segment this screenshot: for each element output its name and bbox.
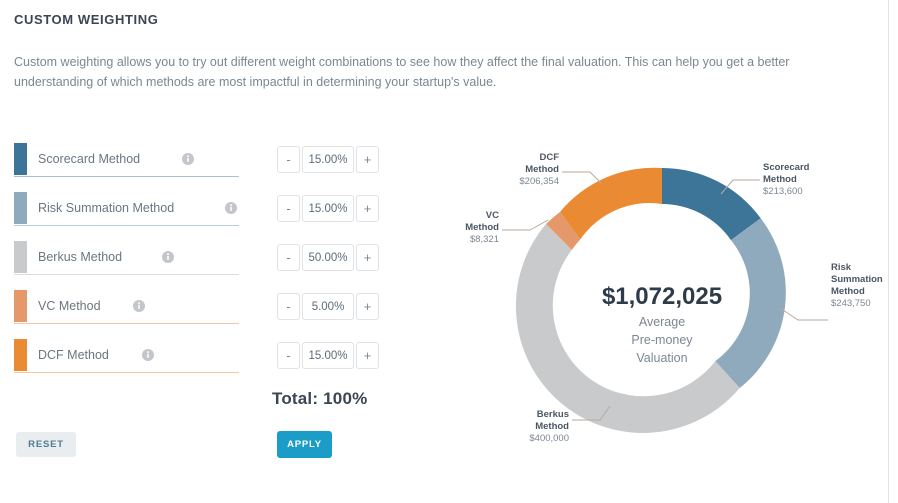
weight-value-input[interactable]: 5.00% [302, 293, 354, 320]
callout-label-scorecard: Scorecard Method $213,600 [763, 162, 810, 197]
center-valuation-value: $1,072,025 [602, 283, 722, 310]
center-sub-line-3: Valuation [636, 351, 687, 365]
info-icon[interactable] [162, 251, 174, 263]
color-swatch [14, 290, 27, 322]
info-icon[interactable] [182, 153, 194, 165]
weight-row-label: VC Method [38, 299, 101, 313]
weight-row-label: Risk Summation Method [38, 201, 175, 215]
weight-row-label: Scorecard Method [38, 152, 141, 166]
weight-steppers-list: - 15.00% + - 15.00% + - 50.00% + - 5.00%… [277, 146, 379, 391]
decrement-button[interactable]: - [277, 342, 300, 369]
callout-value: $243,750 [831, 298, 871, 309]
weight-value-input[interactable]: 15.00% [302, 195, 354, 222]
page-title: CUSTOM WEIGHTING [14, 12, 159, 27]
row-underline [14, 273, 239, 275]
color-swatch [14, 241, 27, 273]
quantity-stepper-risk-summation[interactable]: - 15.00% + [277, 195, 379, 222]
decrement-button[interactable]: - [277, 146, 300, 173]
color-swatch [14, 339, 27, 371]
weight-row-label: Berkus Method [38, 250, 123, 264]
donut-segment-dcf[interactable] [560, 167, 662, 240]
increment-button[interactable]: + [356, 146, 379, 173]
quantity-stepper-dcf[interactable]: - 15.00% + [277, 342, 379, 369]
page-description: Custom weighting allows you to try out d… [14, 55, 790, 89]
center-sub-line-2: Pre-money [631, 333, 693, 347]
leader-line-vc [502, 219, 549, 231]
increment-button[interactable]: + [356, 342, 379, 369]
leader-line-dcf [562, 171, 603, 185]
color-swatch [14, 143, 27, 175]
callout-label-dcf: DCF Method $206,354 [519, 152, 559, 187]
quantity-stepper-vc[interactable]: - 5.00% + [277, 293, 379, 320]
decrement-button[interactable]: - [277, 293, 300, 320]
leader-line-risk-summation [779, 307, 828, 321]
callout-name-line-3: Method [831, 286, 865, 297]
callout-name-line-1: Berkus [537, 409, 569, 420]
callout-name-line-2: Method [763, 174, 797, 185]
callout-name-line-2: Method [535, 421, 569, 432]
donut-segment-risk-summation[interactable] [715, 218, 786, 389]
donut-svg: $1,072,025 Average Pre-money Valuation S… [465, 152, 883, 444]
row-underline [14, 322, 239, 324]
reset-button[interactable]: RESET [16, 432, 76, 457]
weight-value-input[interactable]: 15.00% [302, 146, 354, 173]
weight-value-input[interactable]: 50.00% [302, 244, 354, 271]
callout-name-line-2: Method [525, 164, 559, 175]
info-icon[interactable] [142, 349, 154, 361]
increment-button[interactable]: + [356, 293, 379, 320]
info-icon[interactable] [225, 202, 237, 214]
decrement-button[interactable]: - [277, 195, 300, 222]
weight-value-input[interactable]: 15.00% [302, 342, 354, 369]
callout-value: $206,354 [519, 176, 559, 187]
callout-name-line-2: Summation [831, 274, 883, 285]
row-underline [14, 175, 239, 177]
weight-row-vc[interactable]: VC Method [14, 290, 239, 324]
callout-name-line-1: Risk [831, 262, 852, 273]
callout-label-berkus: Berkus Method $400,000 [529, 409, 569, 444]
total-weight-label: Total: 100% [272, 389, 368, 408]
callout-value: $8,321 [470, 234, 499, 245]
custom-weighting-panel: CUSTOM WEIGHTING Custom weighting allows… [0, 0, 898, 503]
info-icon[interactable] [133, 300, 145, 312]
increment-button[interactable]: + [356, 244, 379, 271]
row-underline [14, 371, 239, 373]
callout-value: $213,600 [763, 186, 803, 197]
callout-name-line-2: Method [465, 222, 499, 233]
callout-name-line-1: VC [486, 210, 499, 221]
apply-button[interactable]: APPLY [277, 431, 332, 458]
weight-row-dcf[interactable]: DCF Method [14, 339, 239, 373]
color-swatch [14, 192, 27, 224]
weight-row-scorecard[interactable]: Scorecard Method [14, 143, 239, 177]
increment-button[interactable]: + [356, 195, 379, 222]
donut-segment-berkus[interactable] [515, 224, 740, 433]
quantity-stepper-berkus[interactable]: - 50.00% + [277, 244, 379, 271]
quantity-stepper-scorecard[interactable]: - 15.00% + [277, 146, 379, 173]
row-underline [14, 224, 239, 226]
valuation-donut-chart: $1,072,025 Average Pre-money Valuation S… [450, 128, 898, 488]
callout-name-line-1: DCF [539, 152, 559, 163]
callout-value: $400,000 [529, 433, 569, 444]
weight-row-label: DCF Method [38, 348, 109, 362]
callout-label-vc: VC Method $8,321 [465, 210, 499, 245]
callout-name-line-1: Scorecard [763, 162, 810, 173]
weight-rows-list: Scorecard Method Risk Summation Method B… [14, 143, 239, 388]
center-sub-line-1: Average [639, 315, 685, 329]
weight-row-risk-summation[interactable]: Risk Summation Method [14, 192, 239, 226]
weight-row-berkus[interactable]: Berkus Method [14, 241, 239, 275]
decrement-button[interactable]: - [277, 244, 300, 271]
callout-label-risk-summation: Risk Summation Method $243,750 [831, 262, 883, 309]
